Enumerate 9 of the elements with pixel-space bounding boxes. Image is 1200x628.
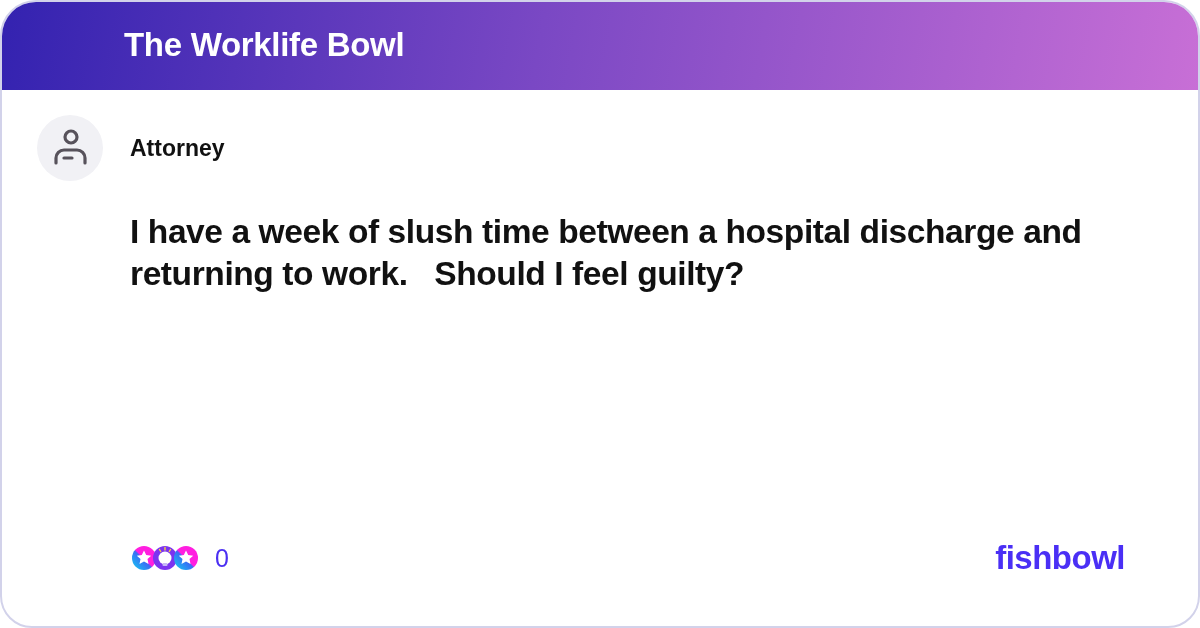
star-badge-icon [132, 546, 156, 570]
bowl-title: The Worklife Bowl [124, 26, 405, 64]
avatar-icon [37, 115, 103, 181]
author-label: Attorney [130, 134, 225, 162]
star-badge-icon [174, 546, 198, 570]
lightbulb-icon [153, 546, 177, 570]
fishbowl-logo: fishbowl [995, 539, 1125, 577]
reaction-count: 0 [215, 543, 229, 573]
question-text: I have a week of slush time between a hospital discharge and returning to work. Should I feel guilty? [130, 212, 1083, 294]
